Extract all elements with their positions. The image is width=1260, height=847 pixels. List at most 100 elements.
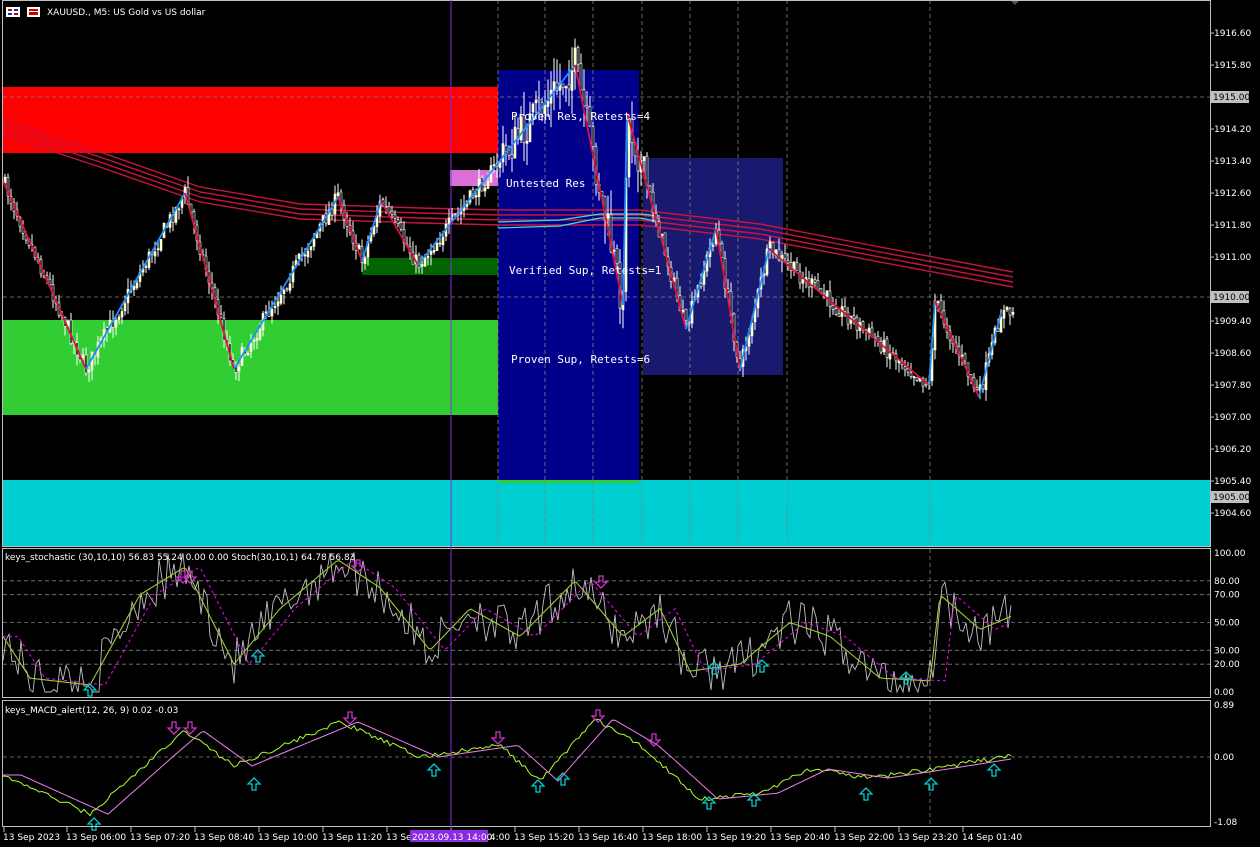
candle-body [825,290,829,297]
candle-body [846,311,850,325]
price-tick-label: 1907.80 [1214,381,1251,391]
candle-body [888,353,892,360]
candle-body [1002,310,1006,319]
candle-body [390,210,394,215]
candle-body [567,84,571,90]
candle-body [453,213,457,216]
macd-tick-label: -1.08 [1214,818,1238,828]
cyan-support-zone [3,480,1210,546]
stoch-tick-label: 80.00 [1214,577,1240,587]
stoch-tick-label: 0.00 [1214,688,1234,698]
candle-body [309,246,313,251]
candle-body [264,311,268,314]
candle-body [852,315,856,320]
candle-body [837,313,841,317]
candle-body [432,250,436,253]
stoch-tick-label: 50.00 [1214,619,1240,629]
candle-body [441,236,445,246]
candle-body [270,309,274,317]
time-label: 13 Sep 15:20 [514,833,574,843]
candle-body [939,300,943,313]
candle-body [306,250,310,258]
candle-body [903,366,907,371]
time-label: 13 Sep 22:00 [834,833,894,843]
price-tick-label: 1911.00 [1214,253,1251,263]
candle-body [525,140,529,144]
symbol-icon[interactable] [6,7,20,17]
candle-body [297,253,301,259]
candle-body [627,117,631,178]
candle-body [1011,312,1015,315]
candle-body [285,287,289,290]
candle-body [1008,307,1012,316]
candle-body [135,282,139,289]
time-label: 13 Sep 10:00 [258,833,318,843]
candle-body [363,257,367,264]
candle-body [564,86,568,89]
candle-body [276,301,280,307]
candle-body [795,262,799,271]
chart-canvas[interactable]: Proven Res, Retests=4 Untested Res Verif… [0,0,1260,847]
candle-body [510,154,514,159]
macd-tick-label: 0.00 [1214,753,1234,763]
candle-body [237,366,241,372]
candle-body [258,329,262,340]
candle-body [474,195,478,198]
candle-body [177,208,181,211]
time-label: 13 Sep 07:20 [130,833,190,843]
chart-type-icon[interactable] [27,7,40,17]
candle-body [429,251,433,255]
candle-body [159,239,163,251]
candle-body [816,280,820,291]
candle-body [963,353,967,362]
price-tick-label: 1906.20 [1214,445,1251,455]
candle-body [936,301,940,304]
price-marker-label: 1910.00 [1213,293,1250,303]
candle-body [906,368,910,373]
candle-body [288,283,292,291]
time-label: 13 Sep 06:00 [66,833,126,843]
price-tick-label: 1907.00 [1214,413,1251,423]
stochastic-title: keys_stochastic (30,10,10) 56.83 55.24 0… [5,553,355,563]
candle-body [420,264,424,267]
candle-body [498,162,502,168]
candle-body [156,248,160,251]
verified-sup-zone [362,258,498,275]
candle-body [255,338,259,341]
candle-body [912,376,916,379]
candle-body [642,156,646,162]
stoch-tick-label: 70.00 [1214,591,1240,601]
price-tick-label: 1913.40 [1214,157,1251,167]
candle-body [1005,306,1009,310]
price-tick-label: 1905.40 [1214,477,1251,487]
zone-label-untested-res: Untested Res [506,177,585,190]
price-marker-label: 1915.00 [1213,93,1250,103]
zone-label-proven-sup: Proven Sup, Retests=6 [511,353,650,366]
candle-body [393,214,397,219]
candle-body [81,354,85,359]
candle-body [999,316,1003,333]
candle-body [684,308,688,322]
candle-body [786,260,790,264]
candle-body [123,303,127,312]
candle-body [330,208,334,216]
time-label: 13 Sep 2023 [3,833,60,843]
time-label: 13 Sep 23:20 [898,833,958,843]
candle-body [423,257,427,267]
candle-body [579,63,583,91]
candle-body [417,254,421,268]
candle-body [915,376,919,381]
candle-body [813,279,817,283]
candle-body [681,310,685,312]
candle-body [801,279,805,284]
macd-title: keys_MACD_alert(12, 26, 9) 0.02 -0.03 [5,706,178,716]
macd-tick-label: 0.89 [1214,701,1234,711]
candle-body [501,143,505,163]
candle-body [252,339,256,342]
candle-body [570,70,574,91]
price-tick-label: 1916.60 [1214,29,1251,39]
candle-body [486,181,490,189]
time-label: 13 Sep 16:40 [578,833,638,843]
stoch-tick-label: 30.00 [1214,646,1240,656]
candle-body [492,164,496,166]
